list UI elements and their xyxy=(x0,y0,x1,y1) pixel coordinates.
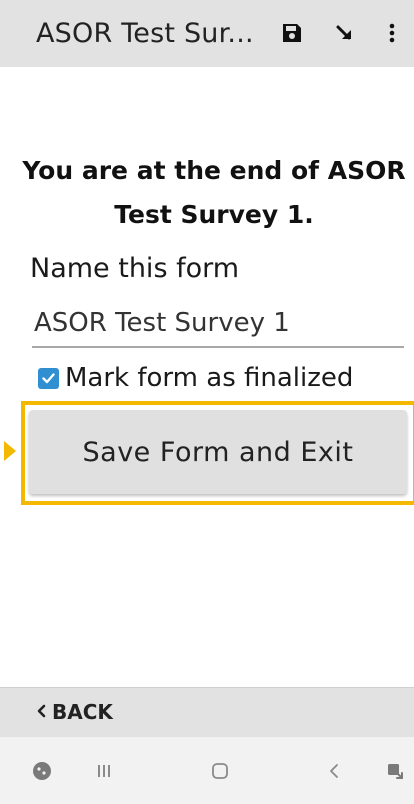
back-label: BACK xyxy=(52,700,113,724)
save-icon[interactable] xyxy=(279,20,305,46)
finalize-checkbox-row[interactable]: Mark form as finalized xyxy=(38,360,353,396)
assistant-icon[interactable] xyxy=(30,759,54,783)
app-title: ASOR Test Sur... xyxy=(36,18,254,49)
form-name-input[interactable] xyxy=(32,304,404,348)
system-navigation-bar xyxy=(0,737,414,804)
finalize-checkbox[interactable] xyxy=(38,367,59,389)
save-form-and-exit-button[interactable]: Save Form and Exit xyxy=(29,410,407,494)
screenshot-icon[interactable] xyxy=(383,759,407,783)
end-message-line-2: Test Survey 1. xyxy=(114,200,314,229)
end-message-line-1: You are at the end of ASOR xyxy=(22,156,406,185)
bottom-navigation-bar: BACK xyxy=(0,687,414,737)
form-name-label: Name this form xyxy=(30,253,240,284)
back-button[interactable]: BACK xyxy=(36,700,113,724)
highlight-pointer-arrow xyxy=(4,441,16,461)
checkmark-icon xyxy=(42,372,55,383)
recent-apps-icon[interactable] xyxy=(92,759,116,783)
home-icon[interactable] xyxy=(208,759,232,783)
end-of-form-message: You are at the end of ASOR Test Survey 1… xyxy=(20,149,408,237)
app-bar: ASOR Test Sur... xyxy=(0,0,414,67)
finalize-label: Mark form as finalized xyxy=(65,363,354,393)
jump-icon[interactable] xyxy=(332,20,358,46)
chevron-left-icon xyxy=(36,702,46,723)
back-nav-icon[interactable] xyxy=(322,759,346,783)
overflow-menu-icon[interactable] xyxy=(379,20,405,46)
